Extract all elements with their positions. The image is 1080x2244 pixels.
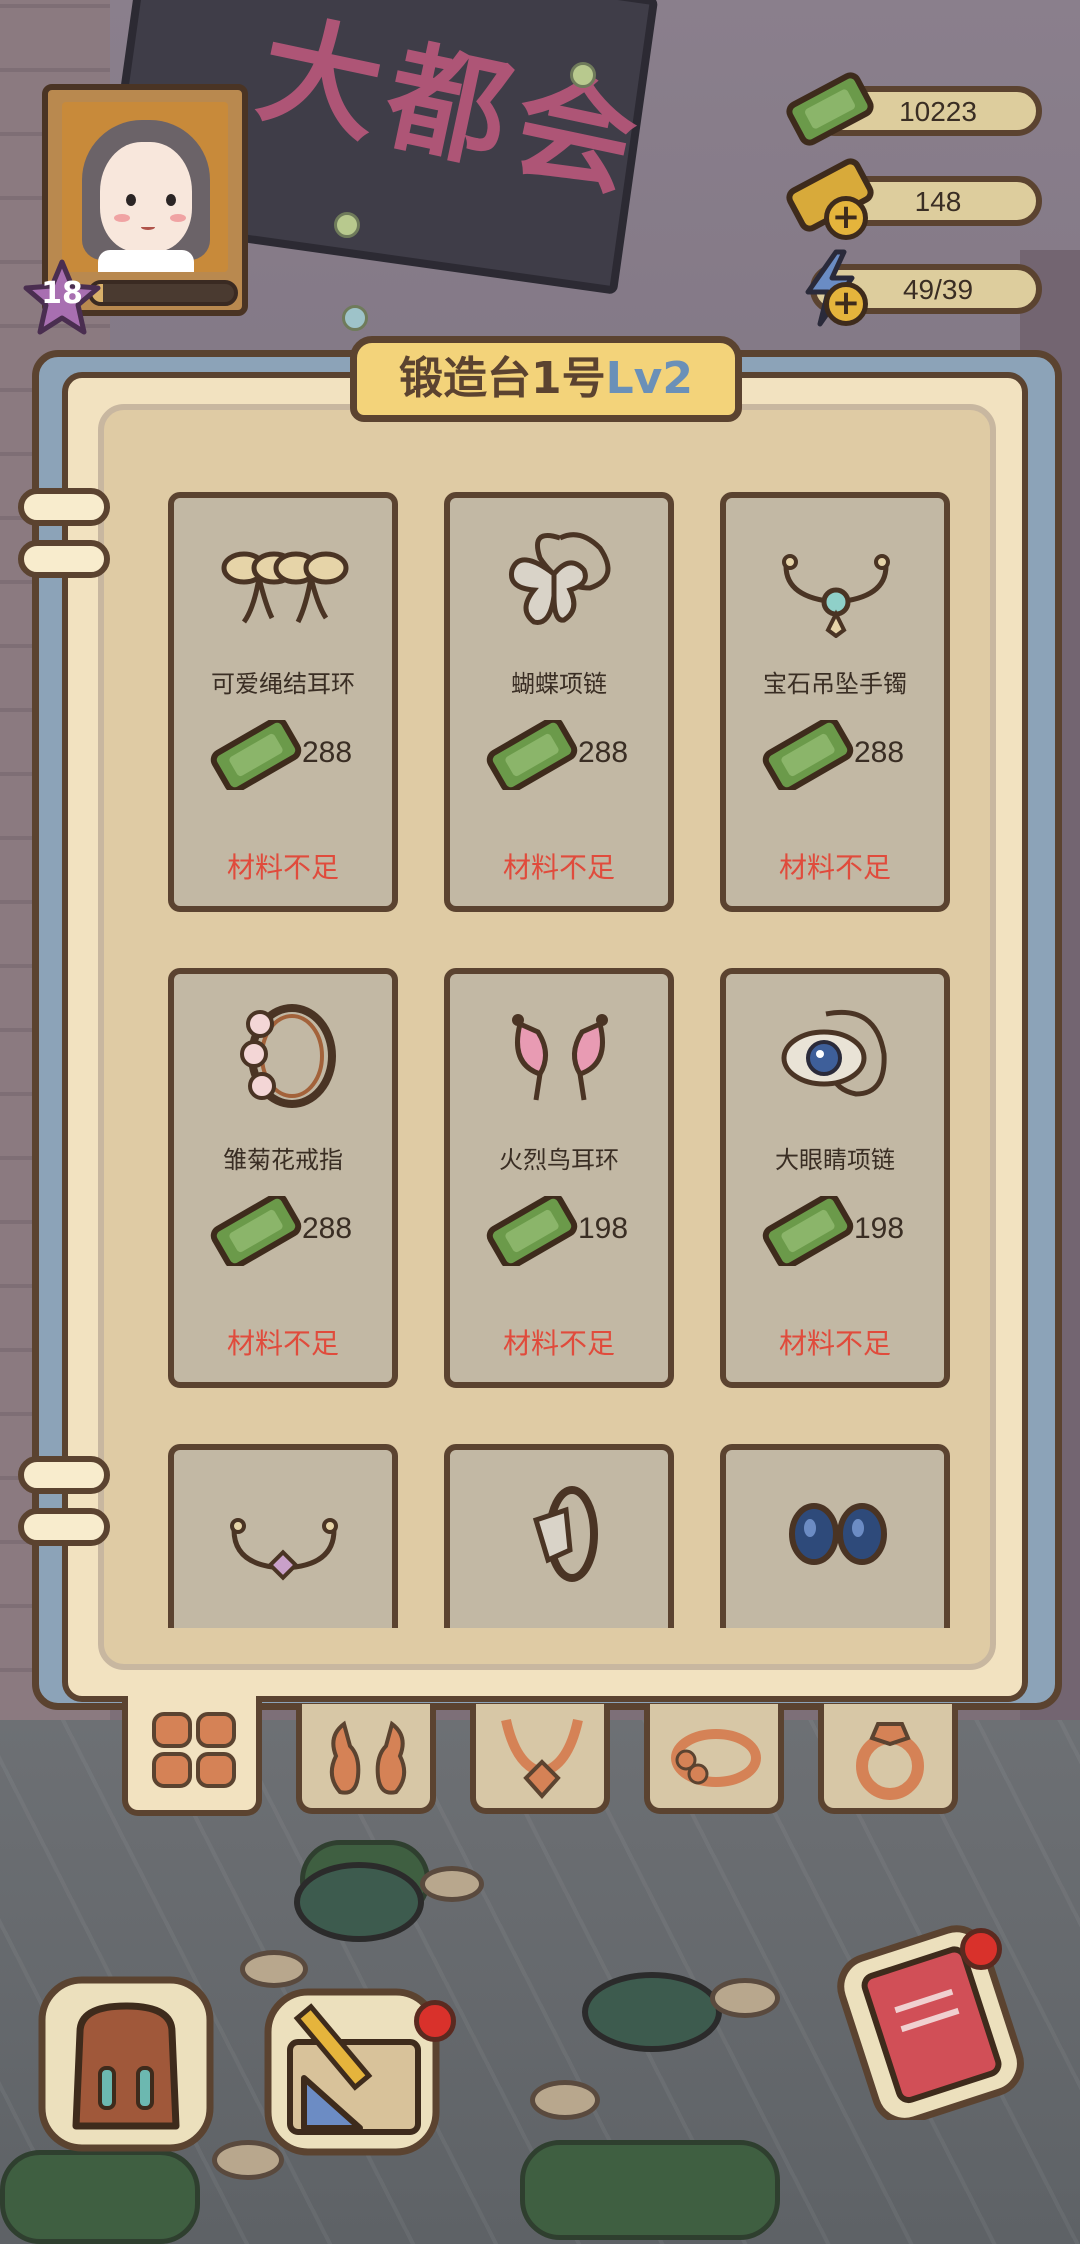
- item-name: 蝴蝶项链: [511, 670, 607, 698]
- cash-icon: [786, 72, 874, 146]
- butterfly-necklace-icon: [508, 532, 611, 625]
- item-cost: 288: [854, 736, 905, 769]
- avatar-blush: [114, 214, 130, 222]
- item-grid[interactable]: 可爱绳结耳环 288 材料不足 蝴蝶项链 288 材料不足 宝石吊坠手镯 288…: [104, 410, 990, 1628]
- item-card[interactable]: 雏菊花戒指 288 材料不足: [168, 968, 398, 1388]
- string-light: [342, 305, 368, 331]
- all-grid-icon: [152, 1712, 236, 1788]
- side-tab[interactable]: [18, 488, 110, 526]
- item-name: 火烈鸟耳环: [499, 1146, 619, 1174]
- item-status: 材料不足: [778, 1327, 891, 1360]
- stool: [420, 1866, 484, 1902]
- cash-icon: [762, 1196, 854, 1266]
- hedge: [520, 2140, 780, 2240]
- item-cost: 198: [854, 1212, 905, 1245]
- item-status: 材料不足: [502, 851, 615, 884]
- avatar-shirt: [98, 250, 194, 272]
- backpack-button[interactable]: [38, 1976, 214, 2152]
- item-status: 材料不足: [778, 851, 891, 884]
- avatar-mouth: [141, 224, 155, 230]
- gem-pendant-bracelet-icon: [782, 554, 890, 638]
- earrings-icon: [329, 1720, 407, 1795]
- ring-icon: [856, 1722, 924, 1800]
- add-ticket-button[interactable]: +: [824, 196, 868, 240]
- item-card[interactable]: [168, 1444, 398, 1628]
- item-status: 材料不足: [502, 1327, 615, 1360]
- bow-earrings-icon: [221, 551, 349, 624]
- item-name: 大眼睛项链: [775, 1146, 895, 1174]
- energy-value: 49/39: [902, 274, 974, 305]
- side-tab[interactable]: [18, 1508, 110, 1546]
- item-cost: 288: [302, 736, 353, 769]
- cuff-bracelet-icon: [230, 1518, 338, 1581]
- item-status: 材料不足: [226, 1327, 339, 1360]
- item-card[interactable]: 火烈鸟耳环 198 材料不足: [444, 968, 674, 1388]
- stool: [530, 2080, 600, 2120]
- stool: [710, 1978, 780, 2018]
- item-card[interactable]: 蝴蝶项链 288 材料不足: [444, 492, 674, 912]
- avatar: [62, 102, 228, 272]
- item-name: 雏菊花戒指: [223, 1146, 343, 1174]
- design-notification-dot: [414, 2000, 456, 2042]
- item-cost: 288: [578, 736, 629, 769]
- category-tab-earrings[interactable]: [296, 1704, 436, 1814]
- hedge: [0, 2150, 200, 2244]
- big-eye-necklace-icon: [781, 1009, 887, 1097]
- player-level: 18: [41, 276, 83, 311]
- category-tab-ring[interactable]: [818, 1704, 958, 1814]
- book-notification-dot: [960, 1928, 1002, 1970]
- xp-bar: [88, 280, 238, 306]
- category-tab-all[interactable]: [122, 1696, 262, 1816]
- side-tab[interactable]: [18, 1456, 110, 1494]
- item-card[interactable]: 可爱绳结耳环 288 材料不足: [168, 492, 398, 912]
- item-name: 宝石吊坠手镯: [763, 670, 907, 698]
- string-light: [570, 62, 596, 88]
- item-name: 可爱绳结耳环: [211, 670, 355, 698]
- flamingo-earrings-icon: [512, 1014, 608, 1101]
- add-energy-button[interactable]: +: [824, 282, 868, 326]
- item-card[interactable]: 宝石吊坠手镯 288 材料不足: [720, 492, 950, 912]
- panel-title: 锻造台1号: [399, 353, 606, 404]
- cash-icon: [486, 1196, 578, 1266]
- item-card[interactable]: [444, 1444, 674, 1628]
- cash-icon: [486, 720, 578, 790]
- daisy-ring-icon: [240, 1004, 336, 1108]
- panel-level: Lv2: [605, 353, 693, 404]
- cafe-table: [294, 1862, 424, 1942]
- avatar-eye: [126, 194, 136, 206]
- item-cost: 198: [578, 1212, 629, 1245]
- necklace-icon: [501, 1718, 583, 1800]
- item-card[interactable]: 大眼睛项链 198 材料不足: [720, 968, 950, 1388]
- item-cost: 288: [302, 1212, 353, 1245]
- avatar-blush: [170, 214, 186, 222]
- category-tab-bracelet[interactable]: [644, 1704, 784, 1814]
- avatar-face: [100, 142, 192, 252]
- category-tab-necklace[interactable]: [470, 1704, 610, 1814]
- side-tab[interactable]: [18, 540, 110, 578]
- diamond-ring-icon: [532, 1486, 598, 1582]
- cash-icon: [210, 1196, 302, 1266]
- blue-stud-earrings-icon: [789, 1503, 887, 1565]
- item-card[interactable]: [720, 1444, 950, 1628]
- cash-icon: [762, 720, 854, 790]
- avatar-eye: [166, 194, 176, 206]
- cafe-table: [582, 1972, 722, 2052]
- cash-icon: [210, 720, 302, 790]
- bracelet-icon: [671, 1729, 761, 1787]
- string-light: [334, 212, 360, 238]
- item-status: 材料不足: [226, 851, 339, 884]
